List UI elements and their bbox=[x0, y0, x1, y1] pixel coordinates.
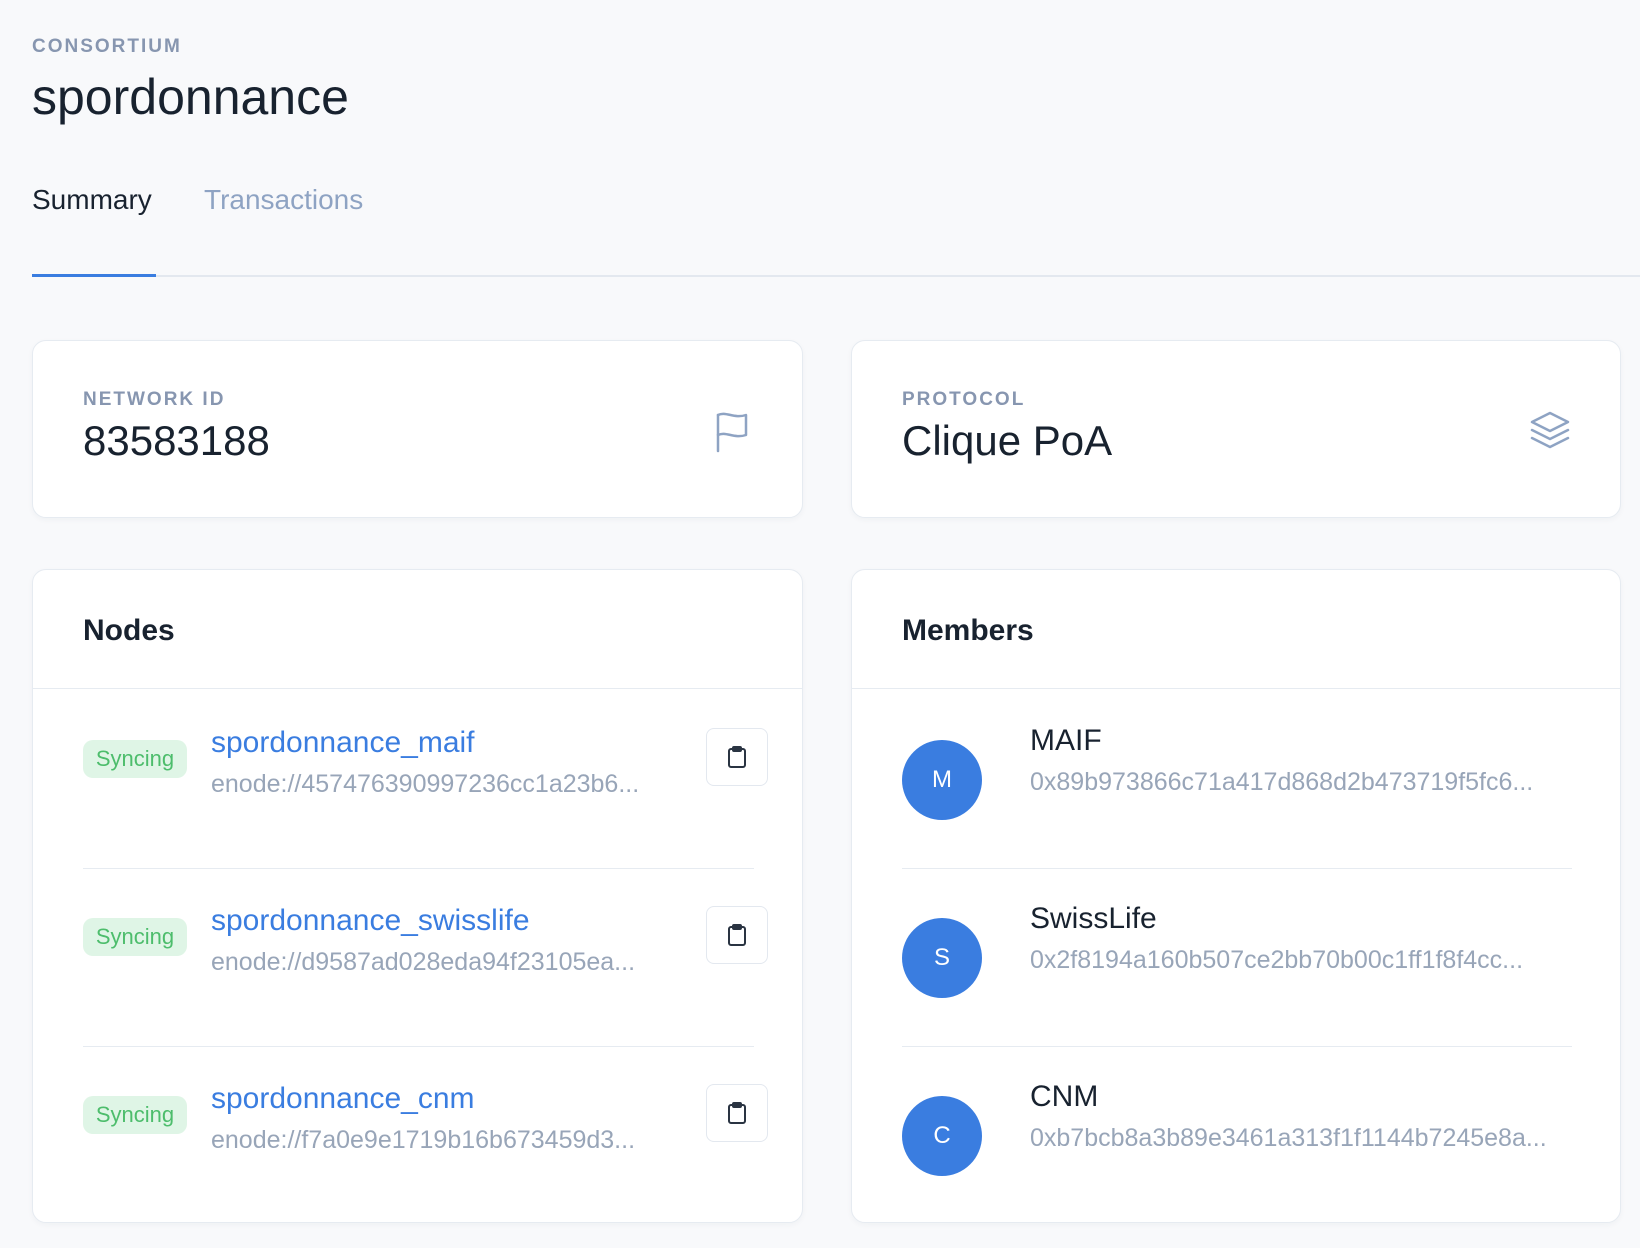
page-title: spordonnance bbox=[32, 69, 349, 125]
member-row: S SwissLife 0x2f8194a160b507ce2bb70b00c1… bbox=[902, 868, 1572, 1047]
node-name-link[interactable]: spordonnance_swisslife bbox=[211, 904, 530, 938]
nodes-header: Nodes bbox=[33, 570, 802, 689]
consortium-page: CONSORTIUM spordonnance Summary Transact… bbox=[0, 0, 1640, 1248]
tab-transactions[interactable]: Transactions bbox=[204, 184, 363, 216]
member-address: 0x89b973866c71a417d868d2b473719f5fc6... bbox=[1030, 768, 1534, 796]
node-row: Syncing spordonnance_swisslife enode://d… bbox=[83, 868, 768, 1047]
tab-bar: Summary Transactions bbox=[32, 180, 1640, 277]
avatar: M bbox=[902, 740, 982, 820]
node-enode: enode://f7a0e9e1719b16b673459d3... bbox=[211, 1126, 636, 1154]
page-eyebrow: CONSORTIUM bbox=[32, 36, 182, 57]
protocol-label: PROTOCOL bbox=[902, 389, 1026, 410]
node-name-link[interactable]: spordonnance_cnm bbox=[211, 1082, 475, 1116]
network-id-value: 83583188 bbox=[83, 417, 270, 464]
copy-enode-button[interactable] bbox=[706, 728, 768, 786]
copy-enode-button[interactable] bbox=[706, 906, 768, 964]
protocol-card: PROTOCOL Clique PoA bbox=[851, 340, 1621, 518]
avatar: C bbox=[902, 1096, 982, 1176]
status-badge: Syncing bbox=[83, 740, 187, 778]
member-name: SwissLife bbox=[1030, 902, 1157, 935]
member-row: C CNM 0xb7bcb8a3b89e3461a313f1f1144b7245… bbox=[902, 1046, 1572, 1224]
protocol-value: Clique PoA bbox=[902, 417, 1113, 464]
member-name: MAIF bbox=[1030, 724, 1102, 757]
node-enode: enode://d9587ad028eda94f23105ea... bbox=[211, 948, 636, 976]
nodes-card: Nodes Syncing spordonnance_maif enode://… bbox=[32, 569, 803, 1223]
clipboard-icon bbox=[728, 1102, 746, 1124]
member-row: M MAIF 0x89b973866c71a417d868d2b473719f5… bbox=[902, 690, 1572, 869]
node-row: Syncing spordonnance_cnm enode://f7a0e9e… bbox=[83, 1046, 768, 1224]
nodes-title: Nodes bbox=[83, 614, 175, 647]
clipboard-icon bbox=[728, 924, 746, 946]
active-tab-indicator bbox=[32, 274, 156, 277]
network-id-card: NETWORK ID 83583188 bbox=[32, 340, 803, 518]
clipboard-icon bbox=[728, 746, 746, 768]
status-badge: Syncing bbox=[83, 918, 187, 956]
member-name: CNM bbox=[1030, 1080, 1099, 1113]
members-card: Members M MAIF 0x89b973866c71a417d868d2b… bbox=[851, 569, 1621, 1223]
flag-icon bbox=[716, 412, 748, 453]
members-title: Members bbox=[902, 614, 1034, 647]
copy-enode-button[interactable] bbox=[706, 1084, 768, 1142]
avatar: S bbox=[902, 918, 982, 998]
node-name-link[interactable]: spordonnance_maif bbox=[211, 726, 475, 760]
layers-icon bbox=[1530, 411, 1570, 449]
member-address: 0x2f8194a160b507ce2bb70b00c1ff1f8f4cc... bbox=[1030, 946, 1524, 974]
status-badge: Syncing bbox=[83, 1096, 187, 1134]
node-enode: enode://457476390997236cc1a23b6... bbox=[211, 770, 640, 798]
member-address: 0xb7bcb8a3b89e3461a313f1f1144b7245e8a... bbox=[1030, 1124, 1547, 1152]
network-id-label: NETWORK ID bbox=[83, 389, 226, 410]
members-header: Members bbox=[852, 570, 1620, 689]
tab-summary[interactable]: Summary bbox=[32, 184, 152, 216]
node-row: Syncing spordonnance_maif enode://457476… bbox=[83, 690, 768, 869]
